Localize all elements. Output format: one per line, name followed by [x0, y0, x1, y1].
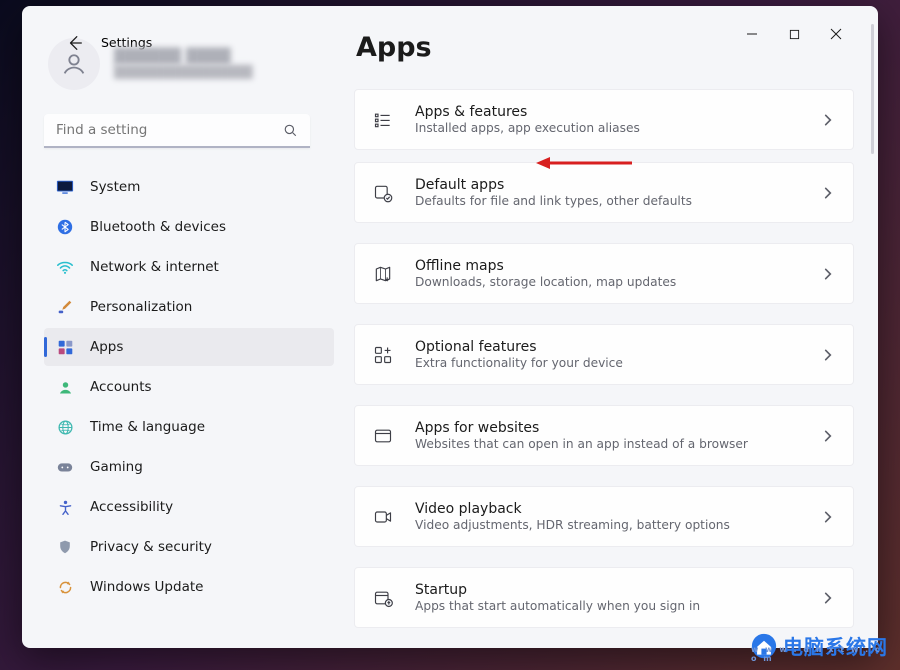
card-title: Apps & features [415, 104, 799, 120]
sidebar-item-accounts[interactable]: Accounts [44, 368, 334, 406]
sidebar-item-label: Accessibility [90, 499, 173, 515]
card-subtitle: Downloads, storage location, map updates [415, 275, 799, 289]
wifi-icon [56, 258, 74, 276]
startup-icon [373, 588, 393, 608]
profile-email: ███████████████ [114, 65, 252, 79]
profile-name: ██████ ████ [114, 49, 252, 65]
search-input[interactable] [44, 114, 310, 148]
search-box [44, 114, 310, 148]
maximize-icon [789, 29, 800, 40]
card-startup[interactable]: StartupApps that start automatically whe… [354, 567, 854, 628]
card-title: Offline maps [415, 258, 799, 274]
map-icon [373, 264, 393, 284]
card-title: Startup [415, 582, 799, 598]
card-apps-features[interactable]: Apps & featuresInstalled apps, app execu… [354, 89, 854, 150]
watermark-sub: w w w . d n x t w . c o m [751, 645, 886, 663]
window-icon [373, 426, 393, 446]
sidebar-item-label: Network & internet [90, 259, 219, 275]
globe-icon [56, 418, 74, 436]
card-apps-websites[interactable]: Apps for websitesWebsites that can open … [354, 405, 854, 466]
close-icon [830, 28, 842, 40]
sidebar-item-label: Accounts [90, 379, 152, 395]
card-optional-features[interactable]: Optional featuresExtra functionality for… [354, 324, 854, 385]
sidebar-item-label: Personalization [90, 299, 192, 315]
accessibility-icon [56, 498, 74, 516]
apps-icon [56, 338, 74, 356]
shield-icon [56, 538, 74, 556]
brush-icon [56, 298, 74, 316]
user-icon [56, 378, 74, 396]
card-title: Video playback [415, 501, 799, 517]
video-icon [373, 507, 393, 527]
sidebar-item-label: Apps [90, 339, 123, 355]
card-subtitle: Extra functionality for your device [415, 356, 799, 370]
card-offline-maps[interactable]: Offline mapsDownloads, storage location,… [354, 243, 854, 304]
main-panel: Apps Apps & featuresInstalled apps, app … [334, 32, 878, 648]
sidebar: ██████ ████ ███████████████ System Bluet… [22, 32, 334, 648]
back-button[interactable] [66, 34, 84, 56]
minimize-button[interactable] [744, 26, 760, 42]
watermark: 电脑系统网 w w w . d n x t w . c o m [751, 631, 888, 660]
sidebar-item-update[interactable]: Windows Update [44, 568, 334, 606]
card-video-playback[interactable]: Video playbackVideo adjustments, HDR str… [354, 486, 854, 547]
minimize-icon [746, 28, 758, 40]
sidebar-item-label: Privacy & security [90, 539, 212, 555]
card-default-apps[interactable]: Default appsDefaults for file and link t… [354, 162, 854, 223]
card-title: Optional features [415, 339, 799, 355]
card-subtitle: Installed apps, app execution aliases [415, 121, 799, 135]
chevron-right-icon [821, 186, 835, 200]
bluetooth-icon [56, 218, 74, 236]
card-list: Apps & featuresInstalled apps, app execu… [354, 89, 854, 628]
maximize-button[interactable] [786, 26, 802, 42]
chevron-right-icon [821, 113, 835, 127]
chevron-right-icon [821, 267, 835, 281]
content-area: ██████ ████ ███████████████ System Bluet… [22, 6, 878, 648]
settings-window: Settings ██████ ████ ███████████████ [22, 6, 878, 648]
card-subtitle: Apps that start automatically when you s… [415, 599, 799, 613]
sidebar-item-label: System [90, 179, 140, 195]
card-subtitle: Websites that can open in an app instead… [415, 437, 799, 451]
sidebar-item-time[interactable]: Time & language [44, 408, 334, 446]
chevron-right-icon [821, 510, 835, 524]
sidebar-item-network[interactable]: Network & internet [44, 248, 334, 286]
card-title: Apps for websites [415, 420, 799, 436]
chevron-right-icon [821, 591, 835, 605]
window-title: Settings [101, 35, 152, 50]
sidebar-item-privacy[interactable]: Privacy & security [44, 528, 334, 566]
search-icon [283, 123, 298, 138]
sidebar-item-label: Bluetooth & devices [90, 219, 226, 235]
sidebar-item-apps[interactable]: Apps [44, 328, 334, 366]
card-subtitle: Video adjustments, HDR streaming, batter… [415, 518, 799, 532]
default-apps-icon [373, 183, 393, 203]
sidebar-item-bluetooth[interactable]: Bluetooth & devices [44, 208, 334, 246]
close-button[interactable] [828, 26, 844, 42]
sidebar-item-accessibility[interactable]: Accessibility [44, 488, 334, 526]
nav-list: System Bluetooth & devices Network & int… [44, 168, 334, 606]
gamepad-icon [56, 458, 74, 476]
window-buttons [744, 26, 844, 42]
monitor-icon [56, 178, 74, 196]
sidebar-item-label: Windows Update [90, 579, 203, 595]
sidebar-item-label: Time & language [90, 419, 205, 435]
sidebar-item-gaming[interactable]: Gaming [44, 448, 334, 486]
grid-plus-icon [373, 345, 393, 365]
list-icon [373, 110, 393, 130]
sidebar-item-system[interactable]: System [44, 168, 334, 206]
card-title: Default apps [415, 177, 799, 193]
back-arrow-icon [66, 34, 84, 52]
sidebar-item-label: Gaming [90, 459, 143, 475]
chevron-right-icon [821, 348, 835, 362]
card-subtitle: Defaults for file and link types, other … [415, 194, 799, 208]
sidebar-item-personalization[interactable]: Personalization [44, 288, 334, 326]
chevron-right-icon [821, 429, 835, 443]
update-icon [56, 578, 74, 596]
scrollbar-thumb[interactable] [871, 24, 874, 154]
profile-block[interactable]: ██████ ████ ███████████████ [44, 32, 334, 108]
